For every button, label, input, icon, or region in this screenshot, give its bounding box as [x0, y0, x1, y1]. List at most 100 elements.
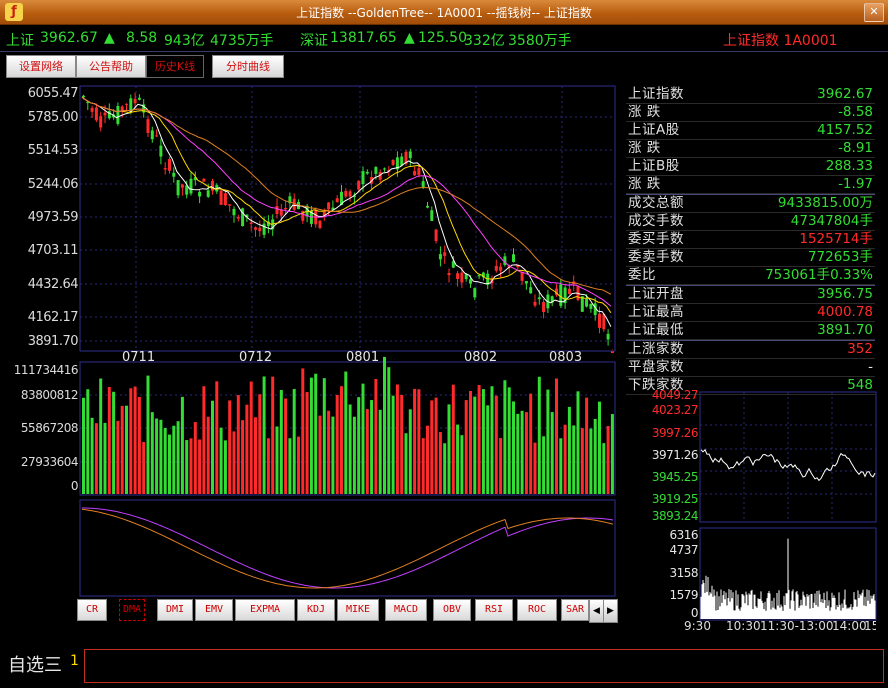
info-key: 上涨家数 — [628, 341, 684, 357]
scroll-left-arrow-icon[interactable]: ◀ — [589, 599, 604, 623]
info-row: 上证最低 3891.70 — [626, 322, 875, 340]
info-key: 委卖手数 — [628, 249, 684, 265]
volume-bar — [82, 397, 85, 494]
tab-indicator-dmi[interactable]: DMI — [157, 599, 193, 621]
tab-indicator-mike[interactable]: MIKE — [337, 599, 379, 621]
candle-body — [94, 107, 98, 121]
date-tick: 0802 — [464, 350, 498, 365]
candle-body — [327, 202, 331, 210]
tab-indicator-expma[interactable]: EXPMA — [235, 599, 295, 621]
candle-body — [206, 190, 210, 197]
volume-bar — [129, 388, 133, 494]
candle-body — [567, 288, 571, 294]
candle-body — [477, 275, 481, 277]
volume-bar — [555, 378, 558, 494]
candle-body — [168, 159, 171, 171]
tab-indicator-emv[interactable]: EMV — [195, 599, 233, 621]
intraday-volume-tick: 3158 — [669, 566, 698, 580]
volume-bar — [219, 427, 223, 494]
candle-body — [421, 181, 425, 188]
volume-bar — [473, 396, 477, 494]
candle-body — [344, 190, 348, 197]
volume-bar — [90, 417, 94, 494]
info-row: 上证最高 4000.78 — [626, 304, 875, 322]
intraday-price-tick: 3997.26 — [651, 426, 699, 440]
intraday-volume-tick: 6316 — [669, 528, 698, 542]
volume-bar — [602, 443, 606, 494]
info-value: 1525714手 — [799, 231, 873, 247]
info-row: 上证A股 4157.52 — [626, 122, 875, 140]
tab-indicator-dma[interactable]: DMA — [119, 599, 145, 621]
candle-body — [219, 190, 223, 205]
intraday-time-tick: 11:30-13:00 — [760, 619, 834, 633]
volume-bar — [120, 405, 124, 494]
info-key: 上证B股 — [628, 158, 680, 174]
info-key: 上证开盘 — [628, 286, 684, 302]
candle-body — [430, 210, 434, 221]
volume-bar — [180, 396, 184, 494]
info-row: 涨 跌 -8.91 — [626, 140, 875, 158]
volume-bar — [507, 387, 511, 494]
info-row: 上证开盘 3956.75 — [626, 285, 875, 304]
volume-bar — [361, 383, 365, 494]
candle-body — [262, 223, 266, 235]
candle-body — [279, 209, 283, 216]
volume-bar — [357, 397, 361, 494]
candle-body — [438, 254, 442, 260]
dma-lines — [81, 507, 614, 589]
candle-body — [374, 167, 378, 174]
volume-bar — [168, 434, 171, 494]
volume-bar — [163, 428, 167, 494]
candle-body — [598, 313, 601, 328]
tab-indicator-rsi[interactable]: RSI — [475, 599, 513, 621]
volume-bar — [352, 416, 356, 494]
volume-bar — [236, 395, 240, 494]
watchlist-label: 自选三 — [8, 655, 62, 676]
intraday-time-tick: 14:00 — [832, 619, 867, 633]
intraday-price-tick: 3971.26 — [651, 448, 699, 462]
tab-indicator-kdj[interactable]: KDJ — [297, 599, 335, 621]
volume-bar — [383, 356, 386, 494]
intraday-time-axis: 9:30 10:30 11:30-13:00 14:00 15:00 — [684, 619, 884, 635]
tab-indicator-macd[interactable]: MACD — [385, 599, 427, 621]
volume-bar — [434, 397, 438, 494]
volume-bar — [529, 393, 533, 494]
candle-body — [202, 178, 206, 182]
tab-indicator-cr[interactable]: CR — [77, 599, 107, 621]
volume-bar — [322, 378, 326, 494]
candle-body — [228, 204, 232, 206]
tab-indicator-obv[interactable]: OBV — [433, 599, 471, 621]
info-value: 753061手0.33% — [765, 267, 873, 283]
candle-body — [172, 172, 176, 177]
candle-body — [443, 252, 447, 256]
info-value: - — [868, 359, 873, 375]
candle-body — [150, 130, 154, 140]
volume-bar — [447, 404, 451, 494]
volume-bar — [176, 421, 180, 494]
volume-tick: 55867208 — [20, 421, 79, 435]
tab-indicator-roc[interactable]: ROC — [517, 599, 557, 621]
volume-bars — [82, 356, 614, 494]
volume-bar — [391, 395, 395, 494]
candle-body — [473, 288, 477, 298]
watchlist-input[interactable] — [84, 649, 884, 683]
indicator-tabs: CR DMA DMI EMV EXPMA KDJ MIKE MACD OBV R… — [77, 599, 617, 621]
info-key: 上证A股 — [628, 122, 680, 138]
scroll-right-arrow-icon[interactable]: ▶ — [603, 599, 618, 623]
info-row: 成交总额 9433815.00万 — [626, 194, 875, 213]
volume-bar — [443, 443, 447, 494]
indicator-panel — [79, 499, 616, 597]
volume-bar — [533, 442, 537, 494]
volume-bar — [512, 401, 515, 494]
tab-indicator-sar[interactable]: SAR — [561, 599, 589, 621]
volume-bar — [159, 419, 163, 494]
volume-bar — [430, 400, 434, 494]
watchlist-bar: 自选三 1 — [0, 648, 888, 688]
volume-bar — [258, 394, 262, 494]
candle-body — [426, 205, 429, 208]
candle-body — [159, 145, 163, 157]
volume-bar — [245, 404, 249, 494]
volume-bar — [370, 400, 374, 494]
intraday-time-tick: 15:00 — [864, 619, 876, 633]
info-value: 352 — [847, 341, 873, 357]
